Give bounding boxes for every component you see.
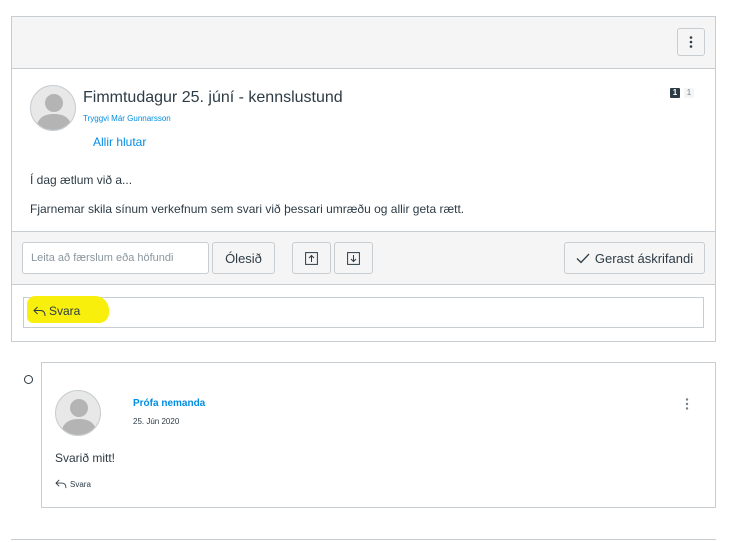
reply-label: Svara: [49, 304, 81, 318]
thread-bullet: [24, 375, 33, 384]
unread-count-badge: 1: [670, 88, 680, 98]
search-input[interactable]: [22, 242, 209, 274]
user-silhouette-icon: [61, 399, 97, 435]
arrow-up-box-icon: [305, 251, 318, 265]
author-name-link[interactable]: Tryggvi Már Gunnarsson: [83, 114, 171, 123]
checkmark-icon: [576, 253, 590, 263]
reply-button[interactable]: Svara: [33, 304, 80, 318]
entry-author-link[interactable]: Prófa nemanda: [133, 398, 205, 409]
topic-body-line: Í dag ætlum við a...: [30, 173, 133, 187]
entry-reply-label: Svara: [70, 479, 91, 489]
collapse-replies-button[interactable]: [292, 242, 331, 274]
sections-link[interactable]: Allir hlutar: [93, 135, 146, 149]
subscribe-button[interactable]: Gerast áskrifandi: [564, 242, 705, 274]
reply-box[interactable]: [23, 297, 704, 328]
entry-options-button[interactable]: [680, 396, 694, 412]
subscribe-label: Gerast áskrifandi: [594, 250, 694, 266]
reply-arrow-icon: [33, 306, 46, 316]
topic-title: Fimmtudagur 25. júní - kennslustund: [83, 89, 343, 106]
topic-body-line: Fjarnemar skila sínum verkefnum sem svar…: [30, 202, 465, 216]
total-count-badge: 1: [684, 88, 694, 98]
entry-body: Svarið mitt!: [55, 451, 116, 465]
topic-header-bar: [12, 17, 715, 69]
reply-entry-card: [41, 362, 716, 508]
author-avatar[interactable]: [30, 85, 76, 131]
divider: [11, 539, 716, 540]
entry-avatar[interactable]: [55, 390, 101, 436]
entry-date: 25. Jún 2020: [133, 417, 180, 426]
kebab-vertical-icon: [685, 398, 689, 410]
user-silhouette-icon: [36, 94, 72, 130]
arrow-down-box-icon: [347, 251, 360, 265]
expand-replies-button[interactable]: [334, 242, 373, 274]
entry-reply-button[interactable]: Svara: [55, 479, 91, 489]
reply-arrow-icon: [55, 479, 67, 489]
unread-filter-button[interactable]: Ólesið: [212, 242, 275, 274]
kebab-vertical-icon: [689, 36, 693, 48]
topic-options-button[interactable]: [677, 28, 705, 56]
